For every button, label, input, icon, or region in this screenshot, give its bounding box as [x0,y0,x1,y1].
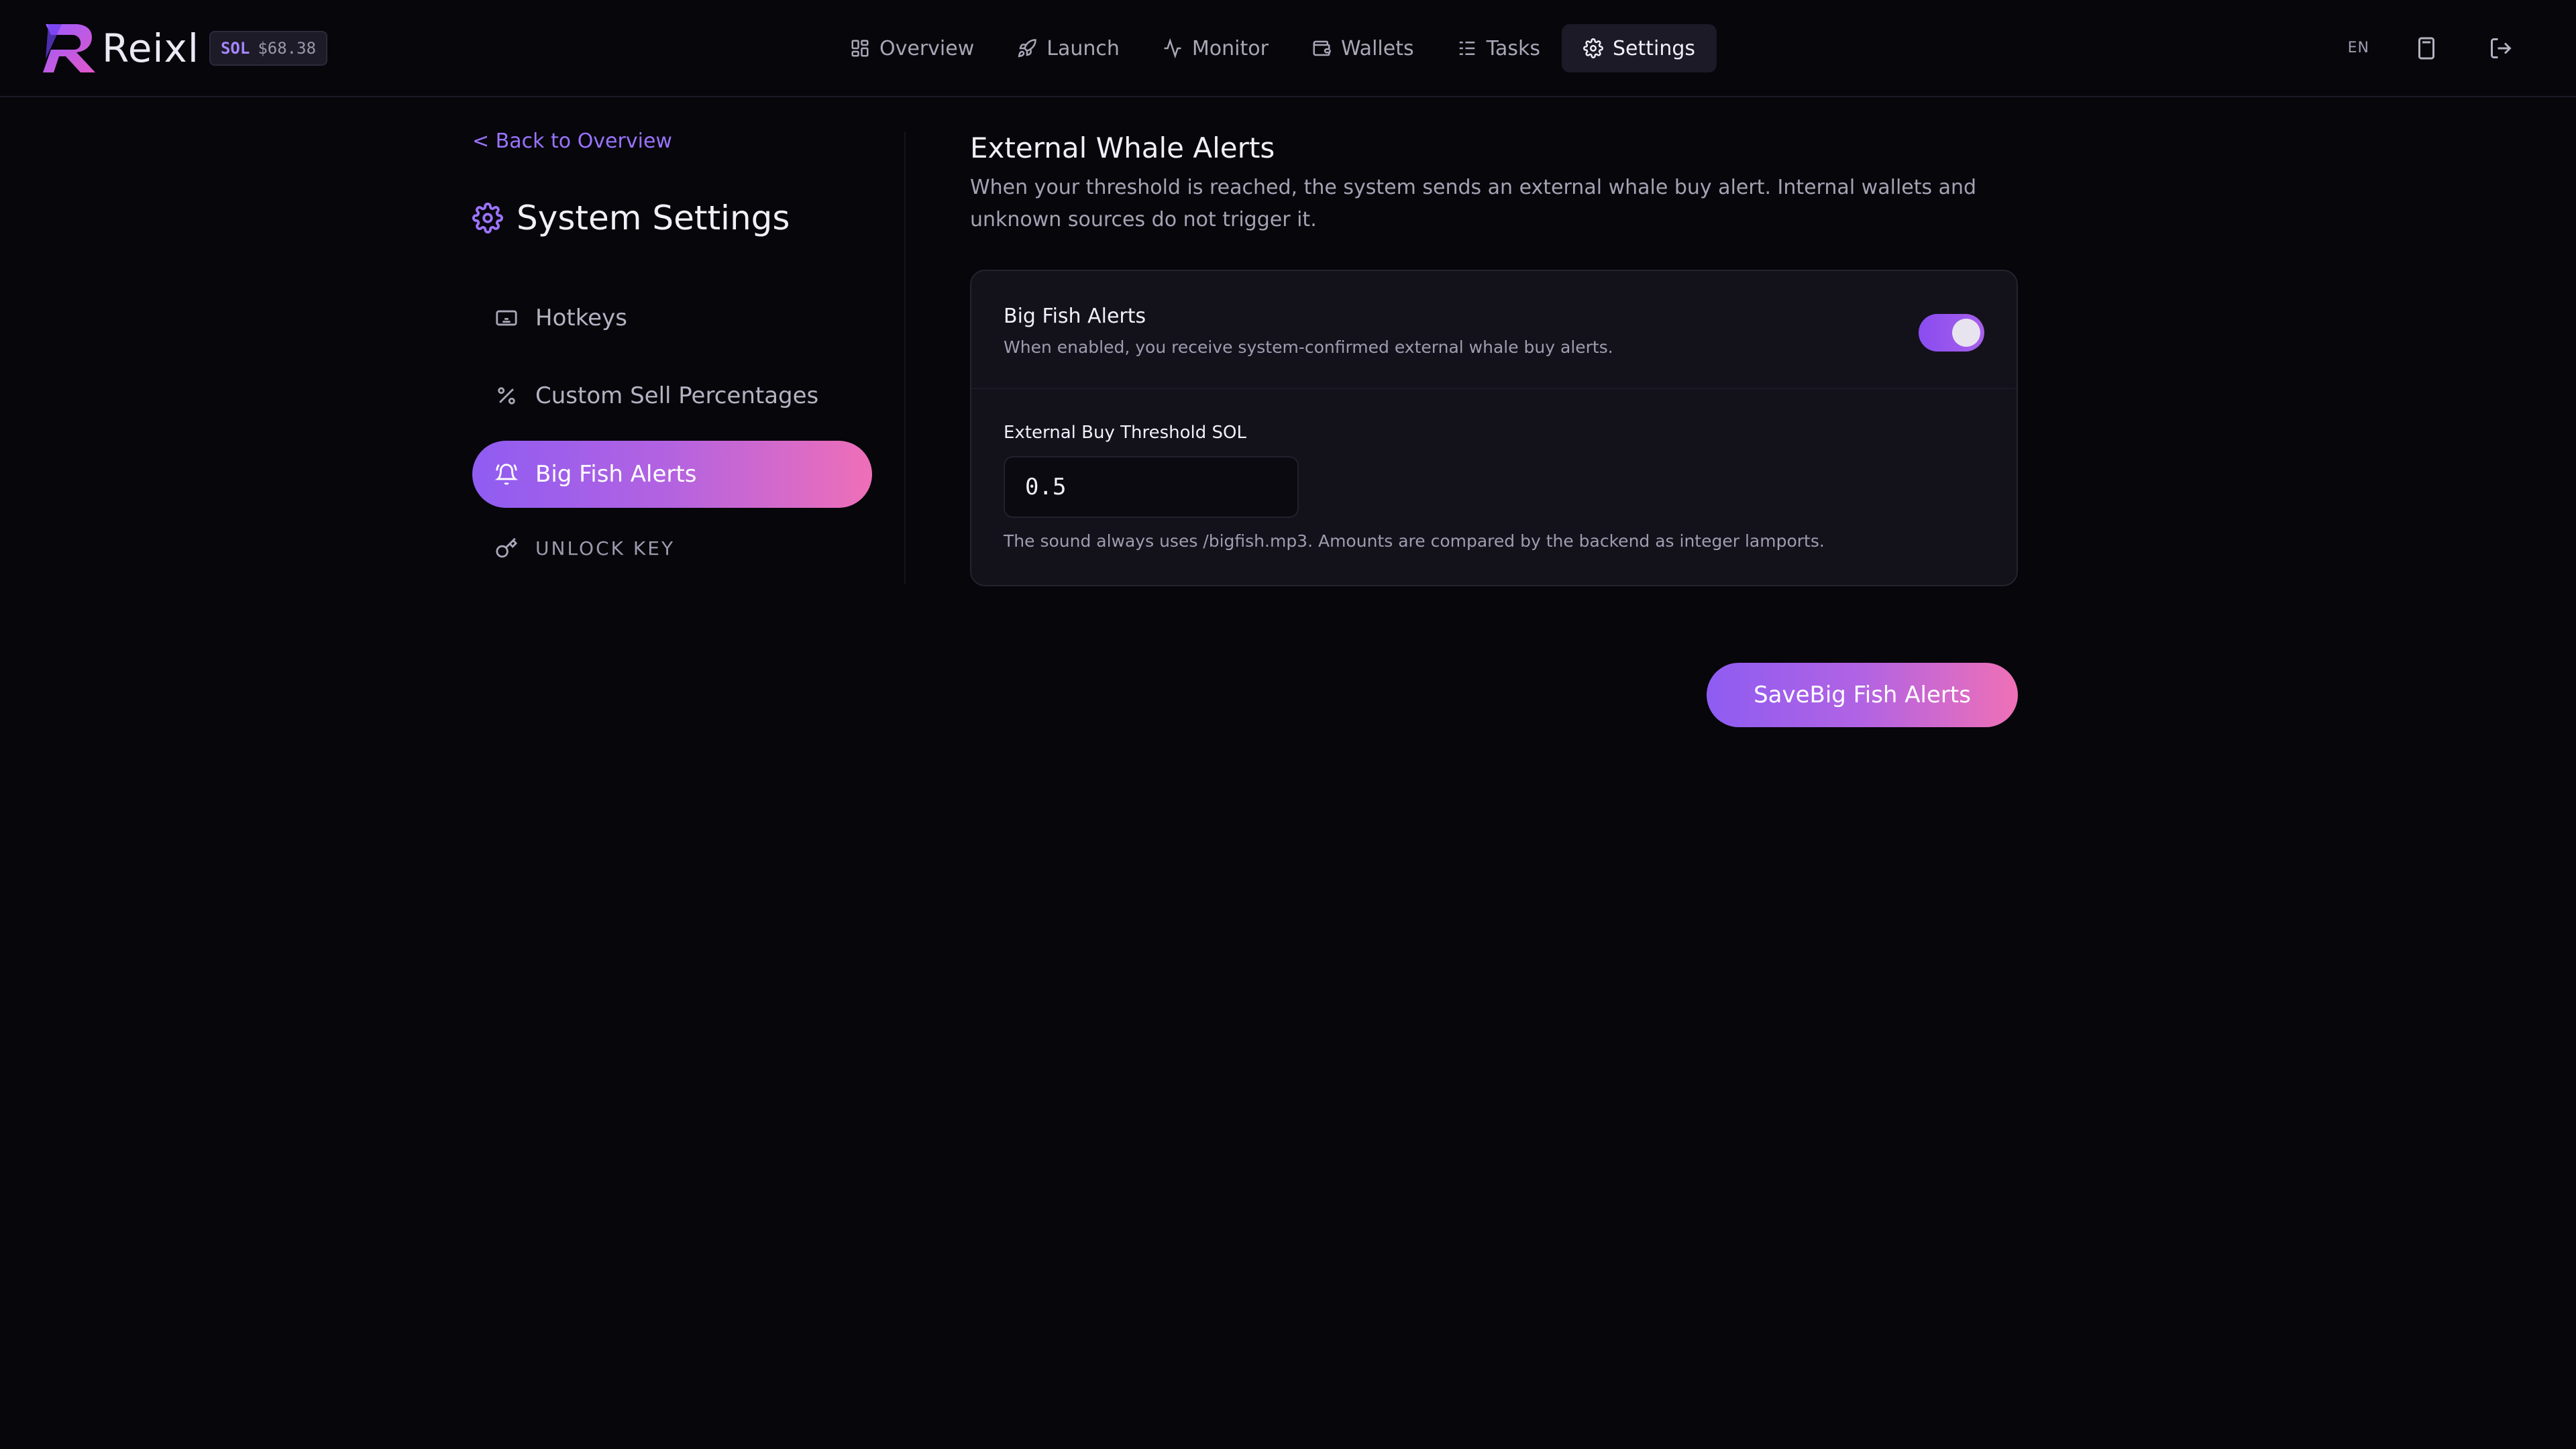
calculator-button[interactable] [2414,36,2438,60]
brand-logo-icon [43,24,95,72]
nav-label: Wallets [1340,36,1414,60]
big-fish-alerts-toggle[interactable] [1919,314,1984,352]
page-title-text: System Settings [517,199,790,237]
section-description: When your threshold is reached, the syst… [970,176,1977,231]
threshold-input[interactable]: 0.5 [1004,456,1299,518]
sol-price: $68.38 [258,39,317,58]
pulse-icon [1164,38,1181,58]
page-title: System Settings [472,199,790,237]
nav-launch[interactable]: Launch [996,24,1141,72]
sidebar-item-custom-sell-percentages[interactable]: Custom Sell Percentages [472,362,872,429]
alerts-settings-card: Big Fish Alerts When enabled, you receiv… [970,270,2018,586]
logout-icon [2491,38,2512,58]
sidebar-item-big-fish-alerts[interactable]: Big Fish Alerts [472,441,872,508]
grid-icon [851,40,869,57]
key-icon [496,537,518,558]
nav-label: Overview [879,36,975,60]
threshold-label: External Buy Threshold SOL [1004,423,1246,443]
sidebar-item-label: Custom Sell Percentages [535,382,819,409]
main-nav: Overview Launch Monitor Wallets Tasks Se… [828,24,1717,72]
gear-icon [472,203,503,233]
keyboard-icon [496,310,517,326]
section-title: External Whale Alerts [970,131,1275,164]
nav-label: Launch [1046,36,1120,60]
sidebar-divider [904,131,906,584]
list-check-icon [1459,42,1474,55]
alert-toggle-label: Big Fish Alerts [1004,305,1146,328]
gear-icon [1583,38,1603,58]
nav-wallets[interactable]: Wallets [1290,24,1436,72]
calculator-icon [2418,37,2434,60]
toggle-knob [1952,319,1980,347]
nav-label: Tasks [1486,36,1540,60]
brand-logo[interactable]: Reixl [42,23,199,74]
sidebar-item-hotkeys[interactable]: Hotkeys [472,284,872,352]
logout-button[interactable] [2489,36,2513,60]
sol-symbol: SOL [220,39,250,58]
nav-label: Monitor [1191,36,1269,60]
top-bar: Reixl SOL $68.38 Overview Launch Monitor… [0,0,2576,97]
nav-tasks[interactable]: Tasks [1436,24,1562,72]
sidebar-item-label: UNLOCK KEY [535,537,676,559]
alert-toggle-hint: When enabled, you receive system-confirm… [1004,337,1613,357]
sidebar-item-label: Hotkeys [535,305,627,331]
nav-settings[interactable]: Settings [1561,24,1717,72]
sidebar-item-label: Big Fish Alerts [535,461,697,488]
save-button[interactable]: SaveBig Fish Alerts [1707,663,2018,727]
rocket-icon [1018,39,1037,58]
wallet-icon [1313,40,1331,56]
language-switcher[interactable]: EN [2348,24,2369,72]
percent-icon [498,387,515,405]
sol-price-badge: SOL $68.38 [209,31,327,66]
nav-monitor[interactable]: Monitor [1141,24,1290,72]
back-to-overview-link[interactable]: < Back to Overview [472,129,672,153]
alert-toggle-row: Big Fish Alerts When enabled, you receiv… [1004,305,1613,357]
threshold-hint: The sound always uses /bigfish.mp3. Amou… [1004,531,1825,551]
card-divider [971,388,2017,389]
nav-label: Settings [1612,36,1696,60]
bell-icon [495,464,518,485]
brand-name: Reixl [102,25,199,71]
nav-overview[interactable]: Overview [828,24,996,72]
sidebar-item-unlock-key[interactable]: UNLOCK KEY [472,515,872,582]
